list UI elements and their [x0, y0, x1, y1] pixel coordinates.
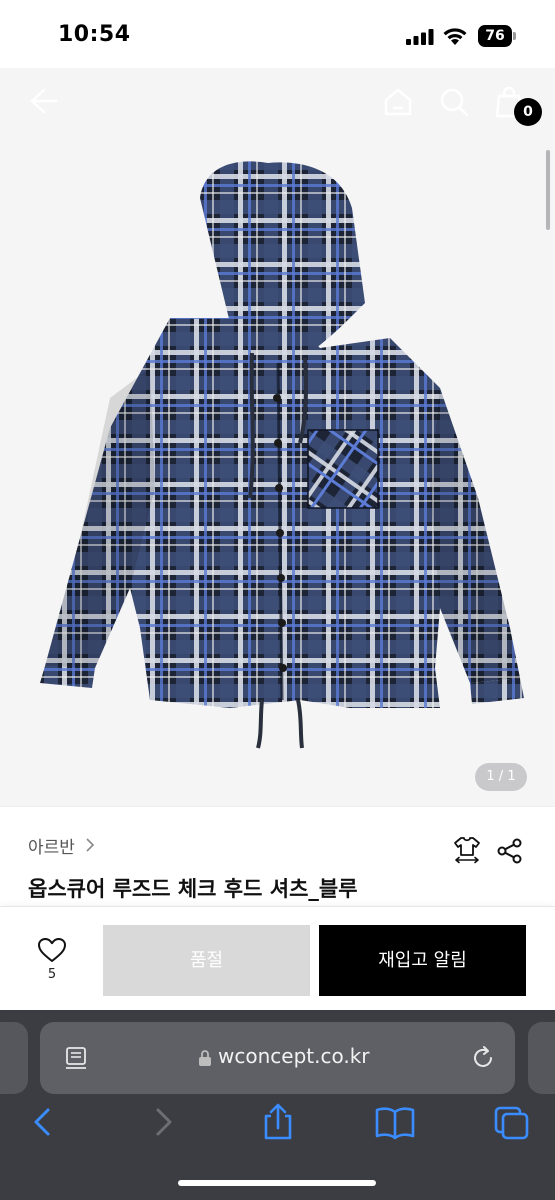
size-guide-icon[interactable]: [452, 835, 482, 865]
heart-icon: [38, 938, 66, 962]
share-icon[interactable]: [256, 1102, 300, 1142]
scroll-indicator: [546, 150, 550, 230]
reload-icon[interactable]: [470, 1045, 496, 1071]
previous-tab-preview[interactable]: [0, 1022, 28, 1094]
product-name: 옵스큐어 루즈드 체크 후드 셔츠_블루: [28, 877, 358, 901]
product-image-gallery[interactable]: [0, 68, 555, 806]
share-icon[interactable]: [496, 837, 524, 865]
status-time: 10:54: [58, 22, 131, 47]
lock-icon: [199, 1050, 211, 1066]
product-image: [40, 161, 524, 749]
address-bar[interactable]: wconcept.co.kr: [40, 1022, 515, 1094]
home-indicator: [178, 1180, 376, 1186]
reader-mode-icon[interactable]: [64, 1046, 88, 1070]
restock-alert-button[interactable]: 재입고 알림: [319, 925, 526, 996]
wishlist-button[interactable]: 5: [28, 937, 76, 997]
tabs-icon[interactable]: [490, 1102, 534, 1142]
search-icon[interactable]: [438, 86, 470, 118]
url-text: wconcept.co.kr: [218, 1044, 370, 1068]
browser-toolbar: wconcept.co.kr: [0, 1010, 555, 1200]
purchase-bar: 5 품절 재입고 알림: [0, 906, 555, 1010]
back-arrow-icon[interactable]: [28, 86, 58, 116]
status-bar: 10:54 76: [0, 0, 555, 68]
image-counter: 1 / 1: [475, 763, 527, 791]
battery-indicator: 76: [478, 25, 516, 47]
battery-level: 76: [478, 25, 512, 47]
signal-icon: [406, 29, 434, 45]
soldout-button[interactable]: 품절: [103, 925, 310, 996]
forward-icon: [156, 1108, 172, 1136]
back-icon[interactable]: [22, 1102, 66, 1142]
wifi-icon: [443, 28, 467, 45]
chevron-right-icon: [86, 838, 95, 852]
home-icon[interactable]: [382, 86, 414, 118]
wishlist-count: 5: [47, 967, 57, 982]
product-info: 아르반 옵스큐어 루즈드 체크 후드 셔츠_블루: [0, 806, 555, 906]
bookmarks-icon[interactable]: [373, 1102, 417, 1142]
cart-count-badge: 0: [514, 98, 542, 126]
next-tab-preview[interactable]: [528, 1022, 555, 1094]
brand-link[interactable]: 아르반: [28, 833, 75, 858]
